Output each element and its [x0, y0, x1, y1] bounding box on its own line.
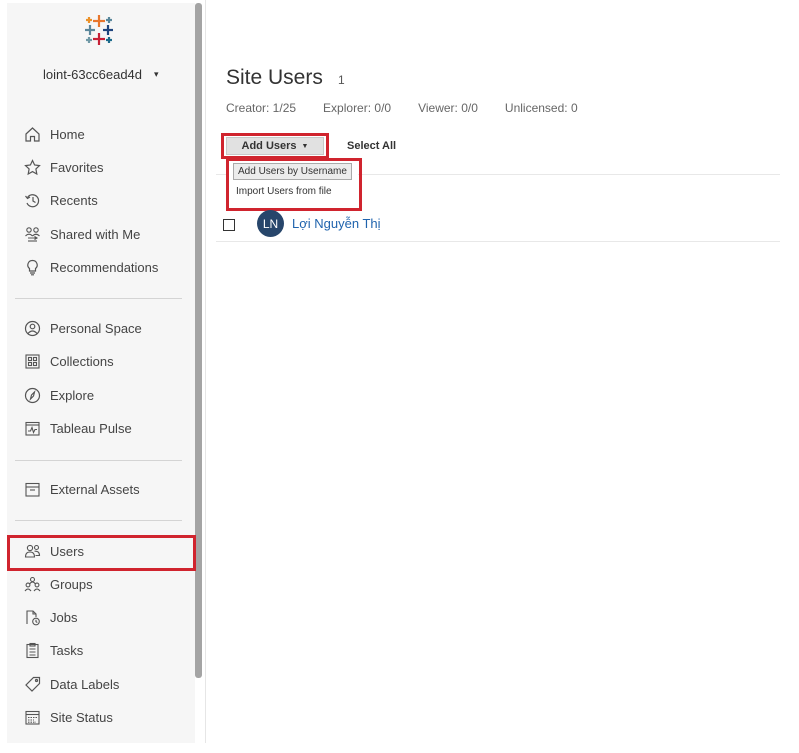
add-users-button[interactable]: Add Users ▼ — [226, 137, 324, 155]
sidebar-item-explore[interactable]: Explore — [7, 379, 195, 412]
site-switcher[interactable]: loint-63cc6ead4d ▾ — [43, 67, 159, 82]
tasks-clipboard-icon — [26, 642, 39, 659]
sidebar-item-label: Data Labels — [50, 677, 120, 692]
sidebar-item-shared-with-me[interactable]: Shared with Me — [7, 218, 195, 251]
sidebar-item-label: Personal Space — [50, 321, 142, 336]
caret-down-icon: ▼ — [301, 142, 309, 150]
license-creator: Creator: 1/25 — [226, 101, 297, 115]
tag-icon — [25, 676, 41, 692]
lightbulb-icon — [27, 259, 38, 276]
site-name: loint-63cc6ead4d — [43, 67, 143, 82]
home-icon — [25, 127, 40, 142]
sidebar-item-label: Site Status — [50, 710, 113, 725]
avatar: LN — [257, 210, 284, 237]
sidebar-item-favorites[interactable]: Favorites — [7, 151, 195, 184]
sidebar-item-label: Favorites — [50, 160, 104, 175]
sidebar-item-personal-space[interactable]: Personal Space — [7, 312, 195, 345]
menu-item-import-from-file[interactable]: Import Users from file — [236, 186, 332, 197]
sidebar-divider — [15, 298, 182, 299]
sidebar-item-label: Shared with Me — [50, 227, 141, 242]
page-title: Site Users — [226, 66, 323, 89]
sidebar-item-groups[interactable]: Groups — [7, 568, 195, 601]
users-icon — [24, 544, 41, 558]
chevron-down-icon: ▾ — [154, 69, 159, 79]
sidebar-item-recents[interactable]: Recents — [7, 184, 195, 217]
table-row-divider — [216, 241, 780, 242]
sidebar-item-jobs[interactable]: Jobs — [7, 601, 195, 634]
pulse-icon — [25, 421, 40, 436]
user-count: 1 — [338, 73, 345, 87]
sidebar-item-label: Users — [50, 544, 84, 559]
add-users-label: Add Users — [241, 140, 297, 152]
sidebar-scrollbar[interactable] — [195, 3, 202, 678]
sidebar-item-home[interactable]: Home — [7, 118, 195, 151]
menu-item-add-by-username[interactable]: Add Users by Username — [233, 163, 352, 180]
archive-box-icon — [25, 482, 40, 497]
sidebar-item-label: Recommendations — [50, 260, 159, 275]
sidebar-item-data-labels[interactable]: Data Labels — [7, 668, 195, 701]
star-icon — [24, 159, 41, 176]
jobs-icon — [26, 610, 40, 626]
sidebar-item-users[interactable]: Users — [7, 535, 195, 568]
compass-icon — [24, 387, 41, 404]
sidebar-item-tasks[interactable]: Tasks — [7, 634, 195, 667]
sidebar-divider — [15, 460, 182, 461]
history-icon — [25, 194, 40, 208]
user-name-link[interactable]: Lợi Nguyễn Thị — [292, 216, 381, 231]
sidebar-item-site-status[interactable]: Site Status — [7, 701, 195, 734]
license-unlicensed: Unlicensed: 0 — [504, 101, 578, 115]
sidebar-border — [205, 0, 206, 743]
sidebar-item-label: Explore — [50, 388, 95, 403]
sidebar-item-external-assets[interactable]: External Assets — [7, 473, 195, 506]
sidebar-item-label: Tasks — [50, 643, 84, 658]
license-summary: Creator: 1/25 Explorer: 0/0 Viewer: 0/0 … — [226, 101, 605, 115]
add-users-dropdown-menu: Add Users by Username Import Users from … — [228, 158, 358, 208]
sidebar-item-tableau-pulse[interactable]: Tableau Pulse — [7, 412, 195, 445]
row-checkbox[interactable] — [223, 219, 235, 231]
sidebar-item-label: Collections — [50, 354, 114, 369]
site-status-icon — [25, 710, 40, 725]
sidebar-item-label: Home — [50, 127, 85, 142]
sidebar-divider — [15, 520, 182, 521]
shared-users-icon — [25, 227, 40, 242]
sidebar-item-label: Recents — [50, 193, 98, 208]
collections-icon — [25, 354, 40, 369]
tableau-logo-icon[interactable] — [81, 12, 117, 48]
sidebar-item-label: Groups — [50, 577, 93, 592]
select-all-button[interactable]: Select All — [347, 140, 396, 152]
sidebar-item-label: Tableau Pulse — [50, 421, 132, 436]
sidebar-item-collections[interactable]: Collections — [7, 345, 195, 378]
license-viewer: Viewer: 0/0 — [418, 101, 478, 115]
person-circle-icon — [24, 320, 41, 337]
groups-icon — [24, 576, 41, 592]
sidebar-item-label: External Assets — [50, 482, 140, 497]
license-explorer: Explorer: 0/0 — [323, 101, 392, 115]
sidebar-item-recommendations[interactable]: Recommendations — [7, 251, 195, 284]
sidebar-item-label: Jobs — [50, 610, 78, 625]
